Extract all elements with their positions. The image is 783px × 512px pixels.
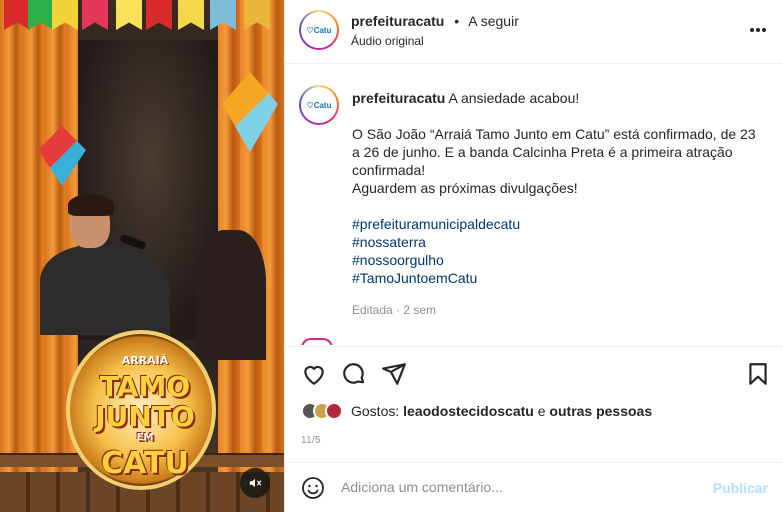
comments-section: ♡Catu prefeituracatu A ansiedade acabou!… bbox=[285, 65, 783, 345]
post-details-panel: ♡Catu prefeituracatu • A seguir Áudio or… bbox=[284, 0, 783, 512]
bookmark-icon[interactable] bbox=[745, 361, 771, 387]
publish-button[interactable]: Publicar bbox=[713, 480, 768, 496]
muted-speaker-icon bbox=[249, 478, 262, 488]
avatar[interactable]: ♡Catu bbox=[299, 10, 339, 50]
post-date[interactable]: 11/5 bbox=[301, 435, 321, 446]
hashtag-link[interactable]: #TamoJuntoemCatu bbox=[352, 269, 762, 287]
caption-first-line: A ansiedade acabou! bbox=[448, 90, 580, 106]
guitarist-figure bbox=[196, 230, 266, 360]
festa-flag bbox=[178, 0, 204, 30]
festa-flag bbox=[82, 0, 108, 30]
more-options-icon[interactable] bbox=[748, 20, 768, 40]
hashtag-link[interactable]: #nossaterra bbox=[352, 233, 762, 251]
logo-line2: JUNTO bbox=[95, 400, 195, 433]
hashtag-link[interactable]: #prefeituramunicipaldecatu bbox=[352, 215, 762, 233]
hashtag-link[interactable]: #nossoorgulho bbox=[352, 251, 762, 269]
likes-middle: e bbox=[533, 403, 550, 419]
caption-avatar[interactable]: ♡Catu bbox=[299, 85, 339, 125]
likes-user-link[interactable]: leaodostecidoscatu bbox=[403, 403, 534, 419]
singer-figure bbox=[40, 190, 180, 335]
comment-bar: Publicar bbox=[285, 462, 783, 512]
festa-flag bbox=[116, 0, 142, 30]
logo-line1: TAMO bbox=[99, 370, 191, 403]
header-username[interactable]: prefeituracatu bbox=[351, 13, 444, 29]
comment-input[interactable] bbox=[341, 479, 701, 495]
likes-row: Gostos: leaodostecidoscatu e outras pess… bbox=[301, 402, 652, 420]
mute-button[interactable] bbox=[240, 468, 270, 498]
share-icon[interactable] bbox=[381, 361, 407, 387]
audio-link[interactable]: Áudio original bbox=[351, 34, 424, 48]
heart-icon[interactable] bbox=[301, 361, 327, 387]
caption-paragraph: O São João “Arraiá Tamo Junto em Catu” e… bbox=[352, 126, 756, 178]
separator-dot: • bbox=[454, 13, 460, 29]
caption-closing: Aguardem as próximas divulgações! bbox=[352, 180, 578, 196]
liker-avatar[interactable] bbox=[325, 402, 343, 420]
avatar-logo: ♡Catu bbox=[306, 25, 332, 35]
avatar-logo: ♡Catu bbox=[306, 100, 332, 110]
emoji-icon[interactable] bbox=[301, 476, 325, 500]
logo-city: CATU bbox=[101, 446, 189, 481]
arraia-logo: ARRAIÁ TAMO JUNTO EM CATU bbox=[66, 330, 216, 490]
next-comment-avatar bbox=[301, 338, 333, 345]
logo-em: EM bbox=[136, 432, 154, 443]
post-header: ♡Catu prefeituracatu • A seguir Áudio or… bbox=[285, 0, 783, 64]
post-media-video[interactable]: ARRAIÁ TAMO JUNTO EM CATU bbox=[0, 0, 284, 512]
comment-icon[interactable] bbox=[341, 361, 367, 387]
likes-others-link[interactable]: outras pessoas bbox=[549, 403, 652, 419]
logo-top-text: ARRAIÁ bbox=[121, 354, 169, 367]
post-caption: prefeituracatu A ansiedade acabou! O São… bbox=[352, 89, 762, 287]
caption-meta: Editada · 2 sem bbox=[352, 303, 437, 317]
caption-username[interactable]: prefeituracatu bbox=[352, 90, 445, 106]
following-button[interactable]: A seguir bbox=[468, 13, 519, 29]
action-bar bbox=[285, 346, 783, 402]
likes-prefix: Gostos: bbox=[351, 403, 404, 419]
festa-flag bbox=[146, 0, 172, 30]
